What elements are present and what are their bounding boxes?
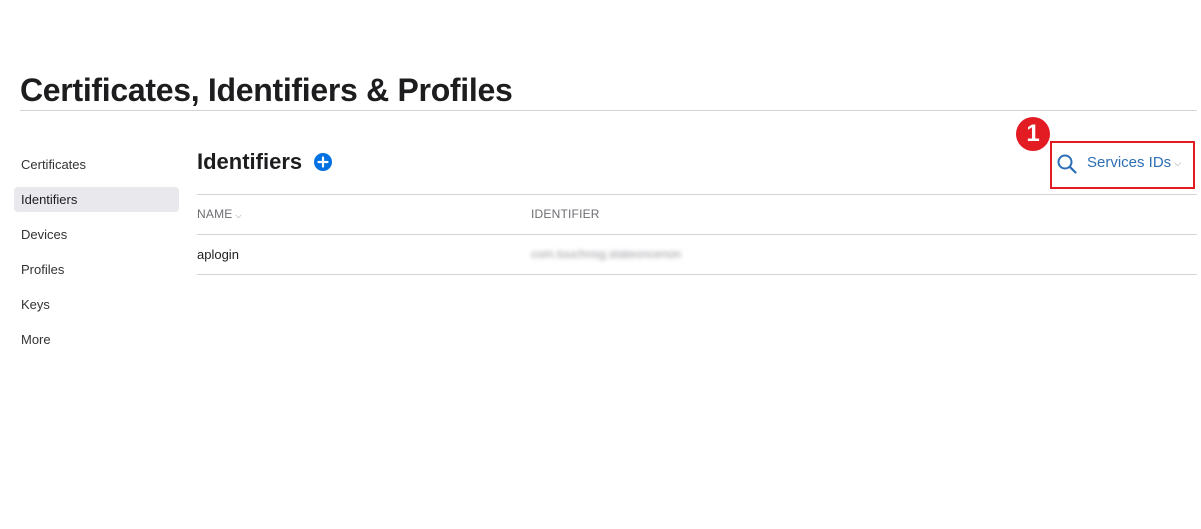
sort-chevron-icon: ⌵ (235, 211, 242, 220)
identifiers-table: NAME ⌵ IDENTIFIER aplogin com.touchnsg.st… (197, 194, 1197, 275)
column-header-name-label: NAME (197, 207, 233, 221)
column-header-identifier: IDENTIFIER (531, 207, 600, 221)
table-divider (197, 274, 1197, 275)
section-title: Identifiers (197, 149, 303, 174)
row-name: aplogin (197, 247, 239, 262)
sidebar-item-profiles[interactable]: Profiles (14, 257, 179, 282)
identifier-type-value: Services IDs (1087, 154, 1172, 171)
column-header-name[interactable]: NAME ⌵ (197, 195, 242, 235)
sidebar-item-keys[interactable]: Keys (14, 292, 179, 317)
plus-circle-icon (317, 156, 329, 168)
identifier-type-select[interactable]: Services IDs ⌵ (1087, 153, 1181, 173)
sidebar-item-more[interactable]: More (14, 327, 179, 352)
sidebar-item-devices[interactable]: Devices (14, 222, 179, 247)
step-badge: 1 (1016, 117, 1050, 151)
table-row[interactable]: aplogin com.touchnsg.stateoncenon (197, 235, 1197, 274)
chevron-down-icon: ⌵ (1174, 158, 1182, 169)
sidebar-item-certificates[interactable]: Certificates (14, 152, 179, 177)
row-identifier-redacted: com.touchnsg.stateoncenon (531, 247, 682, 261)
sidebar-item-identifiers[interactable]: Identifiers (14, 187, 179, 212)
page-title: Certificates, Identifiers & Profiles (20, 72, 513, 108)
title-divider (20, 110, 1197, 111)
filter-highlight-box: Services IDs ⌵ (1050, 141, 1195, 189)
sidebar: Certificates Identifiers Devices Profile… (14, 152, 179, 362)
search-icon[interactable] (1056, 153, 1078, 175)
table-header: NAME ⌵ IDENTIFIER (197, 195, 1197, 234)
add-identifier-button[interactable] (314, 153, 332, 171)
